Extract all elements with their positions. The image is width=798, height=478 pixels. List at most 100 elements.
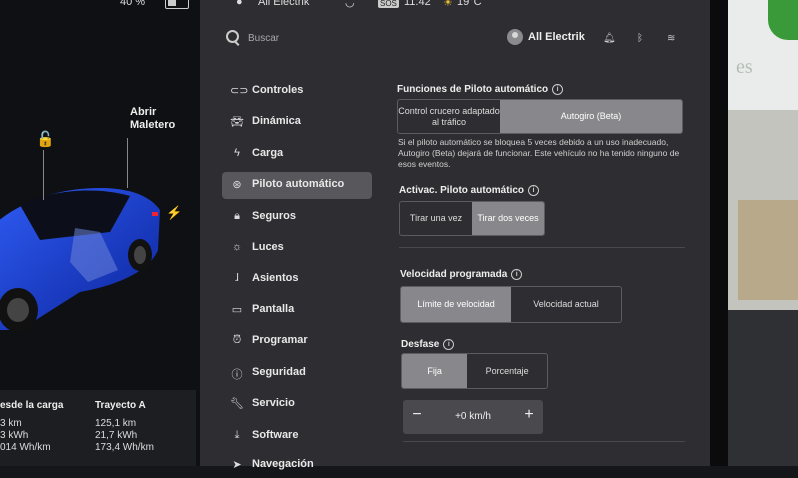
- menu-item-label: Navegación: [252, 458, 314, 470]
- option-pull-once[interactable]: Tirar una vez: [400, 202, 472, 235]
- nav-icon: ➤: [232, 459, 242, 471]
- background-box: [738, 200, 798, 300]
- screen-bezel: [710, 0, 728, 466]
- menu-item-seguridad[interactable]: ⓘ Seguridad: [222, 360, 372, 386]
- autopilot-features-selector[interactable]: Control crucero adaptado al tráfico Auto…: [397, 99, 683, 134]
- trip-a-header: Trayecto A: [95, 400, 146, 411]
- profile-avatar[interactable]: [507, 29, 523, 45]
- autopilot-activation-title: Activac. Piloto automático i: [399, 185, 540, 196]
- wifi-icon[interactable]: ≋: [667, 33, 675, 44]
- menu-item-software[interactable]: ⤓ Software: [222, 423, 372, 449]
- seat-icon: ɺ: [235, 272, 239, 284]
- menu-item-label: Controles: [252, 84, 304, 96]
- menu-item-seguros[interactable]: 🔒︎ Seguros: [222, 204, 372, 230]
- info-icon[interactable]: i: [511, 269, 523, 280]
- menu-item-label: Luces: [252, 241, 284, 253]
- sun-weather-icon: ☀: [443, 0, 453, 9]
- menu-item-label: Carga: [252, 147, 284, 159]
- menu-item-luces[interactable]: ☼ Luces: [222, 235, 372, 261]
- bluetooth-icon[interactable]: ᛒ: [637, 33, 643, 44]
- menu-item-label: Pantalla: [252, 303, 295, 315]
- status-temperature: 19°C: [457, 0, 482, 8]
- offset-selector[interactable]: Fija Porcentaje: [401, 353, 548, 389]
- autopilot-activation-title-text: Activac. Piloto automático: [399, 185, 525, 196]
- status-user-icon: ●: [236, 0, 243, 8]
- info-circle-icon: ⓘ: [231, 369, 243, 381]
- activation-selector[interactable]: Tirar una vez Tirar dos veces: [399, 201, 545, 236]
- clock-icon: ⏰︎: [232, 334, 242, 346]
- since-charge-energy: 3 kWh: [0, 430, 29, 441]
- menu-item-pantalla[interactable]: ▭ Pantalla: [222, 297, 372, 323]
- menu-item-label: Dinámica: [252, 115, 301, 127]
- offset-title: Desfase i: [401, 339, 455, 350]
- sun-icon: ☼: [231, 241, 243, 253]
- poster-text: es: [736, 56, 753, 78]
- set-speed-selector[interactable]: Límite de velocidad Velocidad actual: [400, 286, 622, 323]
- option-traffic-aware-cruise[interactable]: Control crucero adaptado al tráfico: [398, 100, 500, 133]
- since-charge-header: esde la carga: [0, 400, 64, 411]
- steering-wheel-icon: ⊛: [232, 179, 242, 191]
- since-charge-efficiency: 014 Wh/km: [0, 442, 51, 453]
- download-icon: ⤓: [234, 429, 240, 441]
- lock-icon: 🔒︎: [234, 210, 240, 222]
- option-pull-twice[interactable]: Tirar dos veces: [472, 202, 544, 235]
- bell-icon[interactable]: 🔔︎: [603, 33, 616, 44]
- battery-icon: [165, 0, 189, 9]
- offset-title-text: Desfase: [401, 339, 440, 350]
- info-icon[interactable]: i: [528, 185, 540, 196]
- menu-item-label: Software: [252, 429, 299, 441]
- increase-button[interactable]: +: [519, 406, 539, 424]
- display-icon: ▭: [231, 304, 243, 316]
- info-icon[interactable]: i: [552, 84, 564, 95]
- background-floor: [728, 310, 798, 466]
- menu-item-piloto-automatico[interactable]: ⊛ Piloto automático: [222, 172, 372, 199]
- menu-item-servicio[interactable]: 🔧︎ Servicio: [222, 391, 372, 417]
- info-icon[interactable]: i: [443, 339, 455, 350]
- offset-value: +0 km/h: [455, 411, 491, 422]
- frunk-unlock-icon[interactable]: 🔓: [36, 130, 55, 148]
- autopilot-description: Si el piloto automático se bloquea 5 vec…: [398, 137, 680, 169]
- search-icon[interactable]: [226, 30, 239, 43]
- menu-item-controles[interactable]: ⊂⊃ Controles: [222, 78, 372, 104]
- wifi-status-icon: ◡: [345, 0, 355, 9]
- trip-stats-panel: esde la carga 3 km 3 kWh 014 Wh/km Traye…: [0, 390, 196, 466]
- trunk-pointer-line: [127, 138, 128, 188]
- car-icon: 🚘︎: [230, 116, 244, 128]
- option-fixed[interactable]: Fija: [402, 354, 468, 388]
- menu-item-dinamica[interactable]: 🚘︎ Dinámica: [222, 109, 372, 135]
- menu-item-label: Piloto automático: [252, 178, 345, 190]
- wrench-icon: 🔧︎: [230, 398, 244, 410]
- menu-item-label: Asientos: [252, 272, 299, 284]
- option-current-speed[interactable]: Velocidad actual: [511, 287, 621, 322]
- menu-item-label: Programar: [252, 334, 308, 346]
- autopilot-features-title-text: Funciones de Piloto automático: [397, 84, 549, 95]
- battery-percent: 40 %: [120, 0, 146, 8]
- frunk-pointer-line: [43, 150, 44, 200]
- menu-item-carga[interactable]: ϟ Carga: [222, 141, 372, 167]
- option-speed-limit[interactable]: Límite de velocidad: [401, 287, 511, 322]
- bolt-icon: ϟ: [234, 147, 240, 159]
- menu-item-navegacion[interactable]: ➤ Navegación: [222, 452, 372, 478]
- menu-item-programar[interactable]: ⏰︎ Programar: [222, 328, 372, 354]
- menu-item-label: Servicio: [252, 397, 295, 409]
- menu-item-label: Seguridad: [252, 366, 306, 378]
- status-time: 11:42: [404, 0, 431, 8]
- trip-a-efficiency: 173,4 Wh/km: [95, 442, 154, 453]
- offset-stepper: − +0 km/h +: [403, 400, 543, 434]
- sos-badge[interactable]: SOS: [378, 0, 399, 8]
- option-autosteer-beta[interactable]: Autogiro (Beta): [500, 100, 682, 133]
- section-divider: [403, 441, 685, 442]
- option-percentage[interactable]: Porcentaje: [467, 354, 547, 388]
- set-speed-title-text: Velocidad programada: [400, 269, 508, 280]
- trip-a-distance: 125,1 km: [95, 418, 137, 429]
- profile-name[interactable]: All Electrik: [528, 31, 585, 43]
- open-trunk-label-2: Maletero: [130, 119, 176, 131]
- open-trunk-label-1: Abrir: [130, 106, 157, 118]
- car-image[interactable]: [0, 0, 200, 380]
- charge-port-icon[interactable]: ⚡: [166, 205, 182, 221]
- menu-item-label: Seguros: [252, 210, 297, 222]
- search-input[interactable]: [246, 29, 400, 47]
- decrease-button[interactable]: −: [407, 406, 427, 424]
- menu-item-asientos[interactable]: ɺ Asientos: [222, 266, 372, 292]
- open-trunk-button[interactable]: Abrir Maletero: [130, 106, 175, 132]
